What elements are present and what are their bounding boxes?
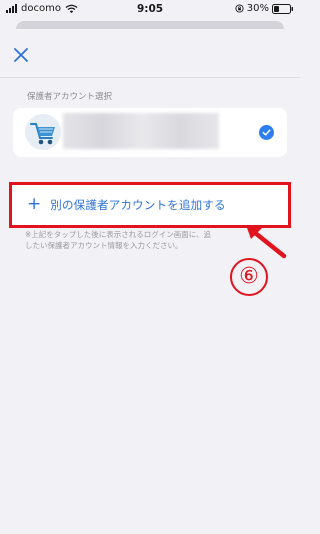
avatar bbox=[25, 114, 61, 150]
account-item[interactable] bbox=[13, 108, 287, 157]
status-right: 30% bbox=[235, 3, 294, 14]
selected-check-icon bbox=[259, 125, 274, 140]
plus-icon: + bbox=[27, 194, 42, 214]
battery-icon bbox=[272, 3, 293, 14]
add-account-label: 別の保護者アカウントを追加する bbox=[50, 197, 226, 212]
status-bar: docomo 9:05 30% bbox=[0, 0, 300, 20]
header-divider bbox=[0, 77, 300, 78]
close-button[interactable] bbox=[10, 44, 32, 66]
battery-percent: 30% bbox=[246, 3, 269, 14]
section-title: 保護者アカウント選択 bbox=[27, 92, 113, 102]
account-name-redacted bbox=[63, 113, 219, 149]
cart-icon bbox=[25, 114, 61, 150]
help-note-line2: したい保護者アカウント情報を入力ください。 bbox=[25, 241, 183, 250]
step-number-badge: ⑥ bbox=[230, 258, 268, 296]
close-icon bbox=[14, 48, 28, 62]
add-account-row: + 別の保護者アカウントを追加する bbox=[27, 196, 226, 213]
help-note: ※上記をタップした後に表示されるログイン画面に、追 したい保護者アカウント情報を… bbox=[25, 229, 275, 251]
annotation-arrow-icon bbox=[246, 225, 287, 259]
help-note-line1: ※上記をタップした後に表示されるログイン画面に、追 bbox=[25, 230, 212, 239]
orientation-lock-icon bbox=[235, 4, 244, 13]
